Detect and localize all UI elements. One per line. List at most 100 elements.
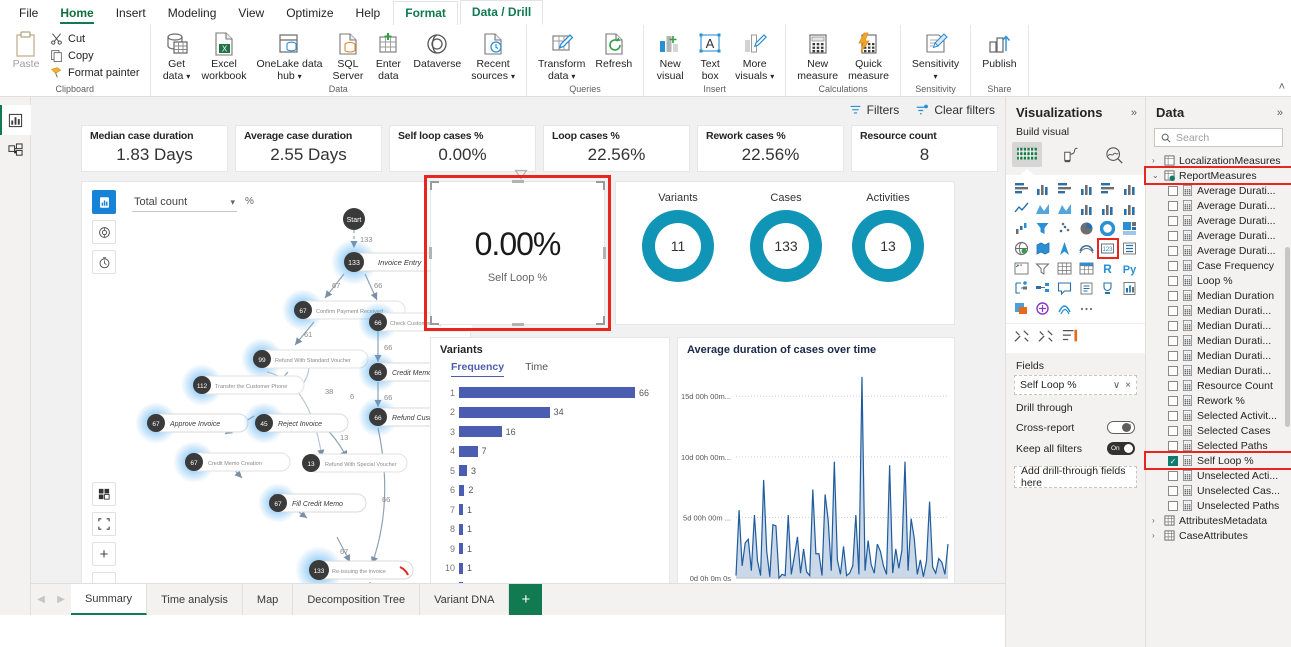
- page-tab-summary[interactable]: Summary: [71, 584, 148, 615]
- data-measure-node[interactable]: Median Durati...: [1146, 348, 1291, 363]
- clear-filters-button[interactable]: Clear filters: [915, 103, 995, 117]
- variants-bar[interactable]: [459, 426, 502, 438]
- ribbon-tab-modeling[interactable]: Modeling: [157, 2, 228, 25]
- collapse-ribbon-button[interactable]: ˄: [1279, 81, 1285, 93]
- self-loop-card-visual[interactable]: 0.00% Self Loop %: [429, 180, 606, 326]
- kpi-icon[interactable]: [1011, 259, 1032, 278]
- analytics-tools-icon[interactable]: [1061, 328, 1079, 347]
- field-checkbox[interactable]: [1168, 215, 1178, 226]
- chevron-down-icon[interactable]: ⌄: [1152, 171, 1160, 180]
- chevron-right-icon[interactable]: ›: [1152, 516, 1160, 525]
- kpi-card-median-case-duration[interactable]: Median case duration 1.83 Days: [81, 125, 228, 172]
- tab-frequency[interactable]: Frequency: [451, 361, 505, 377]
- field-checkbox[interactable]: [1168, 200, 1178, 211]
- q-and-a-icon[interactable]: [1054, 279, 1075, 298]
- ribbon-tab-view[interactable]: View: [227, 2, 275, 25]
- data-measure-node[interactable]: Median Durati...: [1146, 333, 1291, 348]
- field-checkbox[interactable]: [1168, 365, 1178, 376]
- filters-button[interactable]: Filters: [849, 103, 899, 117]
- variants-bar-row[interactable]: 1 66: [439, 383, 663, 403]
- data-measure-node[interactable]: Median Durati...: [1146, 318, 1291, 333]
- scatter-chart-icon[interactable]: [1054, 219, 1075, 238]
- python-visual-icon[interactable]: Py: [1119, 259, 1140, 278]
- page-next-button[interactable]: ▶: [51, 584, 71, 615]
- data-measure-node[interactable]: Average Durati...: [1146, 213, 1291, 228]
- data-measure-node[interactable]: Median Durati...: [1146, 303, 1291, 318]
- field-checkbox[interactable]: [1168, 305, 1178, 316]
- line-chart-icon[interactable]: [1011, 199, 1032, 218]
- drill-through-dropzone[interactable]: Add drill-through fields here: [1014, 465, 1137, 489]
- collapse-visualizations-icon[interactable]: »: [1131, 107, 1137, 119]
- new-measure-button[interactable]: New measure: [792, 27, 843, 82]
- field-checkbox[interactable]: [1168, 395, 1178, 406]
- ribbon-tab-format[interactable]: Format: [393, 1, 458, 25]
- get-data-button[interactable]: Get data ▾: [157, 27, 197, 82]
- build-visual-tab[interactable]: [1012, 142, 1042, 167]
- report-view-icon[interactable]: [0, 105, 31, 135]
- power-automate-icon[interactable]: [1033, 299, 1054, 318]
- field-checkbox[interactable]: [1168, 290, 1178, 301]
- variants-bar-row[interactable]: 71: [439, 500, 663, 520]
- data-measure-node[interactable]: ✓ Self Loop %: [1144, 451, 1291, 470]
- table-icon[interactable]: [1054, 259, 1075, 278]
- zoom-in-icon[interactable]: +: [92, 542, 116, 566]
- donut-chart-icon[interactable]: [1098, 219, 1119, 238]
- line-stacked-column-chart-icon[interactable]: [1076, 199, 1097, 218]
- page-tab-time-analysis[interactable]: Time analysis: [147, 584, 243, 615]
- data-measure-node[interactable]: Resource Count: [1146, 378, 1291, 393]
- resize-handle-ne[interactable]: [596, 181, 605, 190]
- variants-bar[interactable]: [459, 406, 550, 418]
- smart-narrative-icon[interactable]: [1076, 279, 1097, 298]
- field-checkbox[interactable]: [1168, 335, 1178, 346]
- field-checkbox[interactable]: [1168, 470, 1178, 481]
- clustered-column-chart-icon[interactable]: [1076, 179, 1097, 198]
- field-checkbox[interactable]: [1168, 380, 1178, 391]
- copy-button[interactable]: Copy: [46, 47, 144, 64]
- line-clustered-column-chart-icon[interactable]: [1098, 199, 1119, 218]
- field-checkbox[interactable]: [1168, 275, 1178, 286]
- arcgis-icon[interactable]: [1054, 299, 1075, 318]
- variants-bar-row[interactable]: 91: [439, 539, 663, 559]
- donut-card-cases[interactable]: Cases 133: [736, 192, 836, 282]
- power-apps-icon[interactable]: [1011, 299, 1032, 318]
- excel-workbook-button[interactable]: X Excel workbook: [197, 27, 252, 82]
- stacked-area-chart-icon[interactable]: [1054, 199, 1075, 218]
- variants-bar-row[interactable]: 62: [439, 481, 663, 501]
- more-options-icon[interactable]: [1076, 299, 1097, 318]
- keep-all-filters-toggle[interactable]: On: [1107, 442, 1135, 455]
- page-tab-variant-dna[interactable]: Variant DNA: [420, 584, 510, 615]
- donut-card-activities[interactable]: Activities 13: [838, 192, 938, 282]
- tab-time[interactable]: Time: [525, 361, 548, 377]
- field-chevron-down-icon[interactable]: ∨: [1113, 380, 1120, 391]
- variants-bar-row[interactable]: 81: [439, 520, 663, 540]
- variants-bar[interactable]: [459, 445, 478, 457]
- variants-bar-chart-visual[interactable]: Variants Frequency Time 1 66 2 34 3 16 4 7 5 3 6 2 7…: [430, 337, 670, 605]
- data-measure-node[interactable]: Average Durati...: [1146, 243, 1291, 258]
- kpi-card-resource-count[interactable]: Resource count 8: [851, 125, 998, 172]
- ribbon-tab-insert[interactable]: Insert: [105, 2, 157, 25]
- add-page-button[interactable]: +: [509, 584, 543, 615]
- variants-bar[interactable]: [459, 387, 635, 399]
- cross-report-toggle[interactable]: Off: [1107, 421, 1135, 434]
- data-measure-node[interactable]: Case Frequency: [1146, 258, 1291, 273]
- map-icon[interactable]: [1011, 239, 1032, 258]
- fullscreen-icon[interactable]: [92, 512, 116, 536]
- resize-handle-se[interactable]: [596, 316, 605, 325]
- variants-bar-row[interactable]: 53: [439, 461, 663, 481]
- data-measure-node[interactable]: Loop %: [1146, 273, 1291, 288]
- publish-button[interactable]: Publish: [977, 27, 1021, 71]
- data-measure-node[interactable]: Selected Paths: [1146, 438, 1291, 453]
- more-visuals-button[interactable]: More visuals ▾: [730, 27, 779, 82]
- variants-bar[interactable]: [459, 465, 467, 477]
- data-pane-scrollbar[interactable]: [1285, 247, 1290, 427]
- field-checkbox[interactable]: [1168, 440, 1178, 451]
- field-checkbox[interactable]: [1168, 230, 1178, 241]
- variants-bar[interactable]: [459, 504, 463, 516]
- data-table-node[interactable]: › CaseAttributes: [1146, 528, 1291, 543]
- data-measure-node[interactable]: Median Durati...: [1146, 363, 1291, 378]
- page-tab-decomposition-tree[interactable]: Decomposition Tree: [293, 584, 421, 615]
- shape-map-icon[interactable]: [1076, 239, 1097, 258]
- data-measure-node[interactable]: Average Durati...: [1146, 183, 1291, 198]
- data-table-node[interactable]: ⌄ ReportMeasures: [1144, 166, 1291, 185]
- field-checkbox[interactable]: [1168, 320, 1178, 331]
